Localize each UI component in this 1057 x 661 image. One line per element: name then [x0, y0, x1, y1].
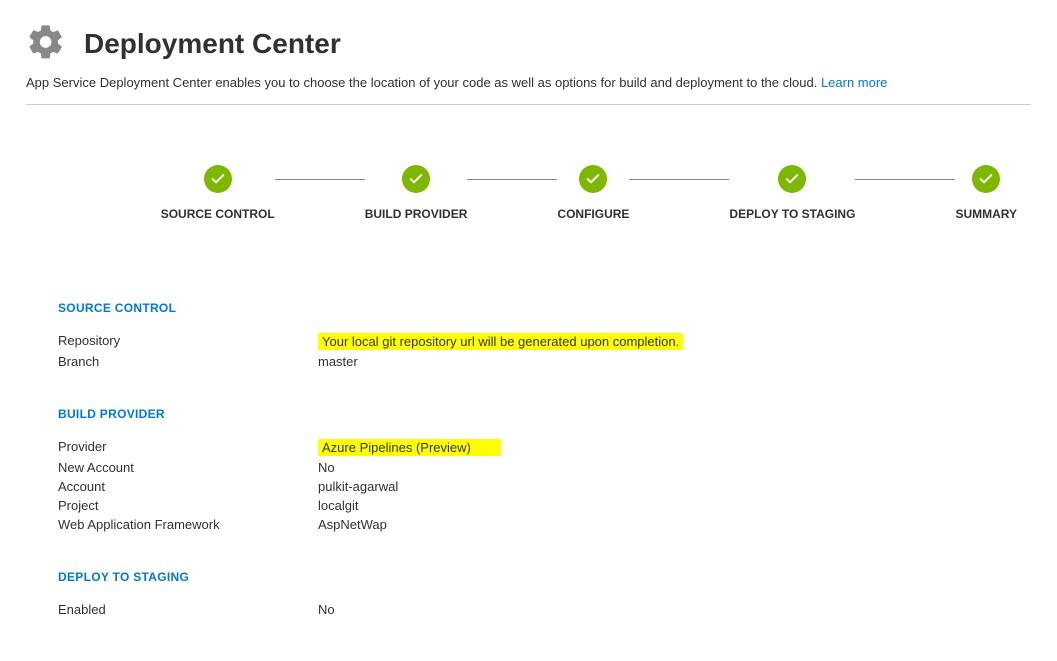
step-label: DEPLOY TO STAGING — [729, 207, 855, 221]
label-project: Project — [58, 498, 318, 513]
label-framework: Web Application Framework — [58, 517, 318, 532]
step-label: SUMMARY — [955, 207, 1017, 221]
learn-more-link[interactable]: Learn more — [821, 75, 887, 90]
step-deploy-staging[interactable]: DEPLOY TO STAGING — [729, 165, 855, 221]
step-summary[interactable]: SUMMARY — [955, 165, 1017, 221]
page-title: Deployment Center — [84, 28, 341, 60]
row-repository: Repository Your local git repository url… — [58, 333, 1057, 350]
label-enabled: Enabled — [58, 602, 318, 617]
label-account: Account — [58, 479, 318, 494]
page-header: Deployment Center — [0, 0, 1057, 75]
step-source-control[interactable]: SOURCE CONTROL — [161, 165, 275, 221]
value-project: localgit — [318, 498, 358, 513]
check-icon — [579, 165, 607, 193]
value-provider: Azure Pipelines (Preview) — [318, 439, 501, 456]
section-title-deploy-staging: DEPLOY TO STAGING — [58, 570, 1057, 584]
check-icon — [972, 165, 1000, 193]
subtitle-text: App Service Deployment Center enables yo… — [26, 75, 821, 90]
label-repository: Repository — [58, 333, 318, 350]
section-title-build-provider: BUILD PROVIDER — [58, 407, 1057, 421]
label-branch: Branch — [58, 354, 318, 369]
row-branch: Branch master — [58, 354, 1057, 369]
row-project: Project localgit — [58, 498, 1057, 513]
step-connector — [629, 179, 729, 180]
summary-content: SOURCE CONTROL Repository Your local git… — [0, 221, 1057, 661]
check-icon — [402, 165, 430, 193]
row-framework: Web Application Framework AspNetWap — [58, 517, 1057, 532]
value-account: pulkit-agarwal — [318, 479, 398, 494]
value-branch: master — [318, 354, 358, 369]
value-framework: AspNetWap — [318, 517, 387, 532]
row-enabled: Enabled No — [58, 602, 1057, 617]
stepper: SOURCE CONTROL BUILD PROVIDER CONFIGURE … — [0, 105, 1057, 221]
gear-icon — [26, 22, 66, 65]
value-enabled: No — [318, 602, 335, 617]
step-configure[interactable]: CONFIGURE — [557, 165, 629, 221]
step-connector — [855, 179, 955, 180]
step-connector — [275, 179, 365, 180]
check-icon — [778, 165, 806, 193]
label-provider: Provider — [58, 439, 318, 456]
row-provider: Provider Azure Pipelines (Preview) — [58, 439, 1057, 456]
step-label: SOURCE CONTROL — [161, 207, 275, 221]
subtitle: App Service Deployment Center enables yo… — [0, 75, 1057, 104]
section-title-source-control: SOURCE CONTROL — [58, 301, 1057, 315]
row-account: Account pulkit-agarwal — [58, 479, 1057, 494]
value-new-account: No — [318, 460, 335, 475]
value-repository: Your local git repository url will be ge… — [318, 333, 683, 350]
label-new-account: New Account — [58, 460, 318, 475]
step-label: BUILD PROVIDER — [365, 207, 468, 221]
check-icon — [204, 165, 232, 193]
step-label: CONFIGURE — [557, 207, 629, 221]
step-build-provider[interactable]: BUILD PROVIDER — [365, 165, 468, 221]
row-new-account: New Account No — [58, 460, 1057, 475]
step-connector — [467, 179, 557, 180]
